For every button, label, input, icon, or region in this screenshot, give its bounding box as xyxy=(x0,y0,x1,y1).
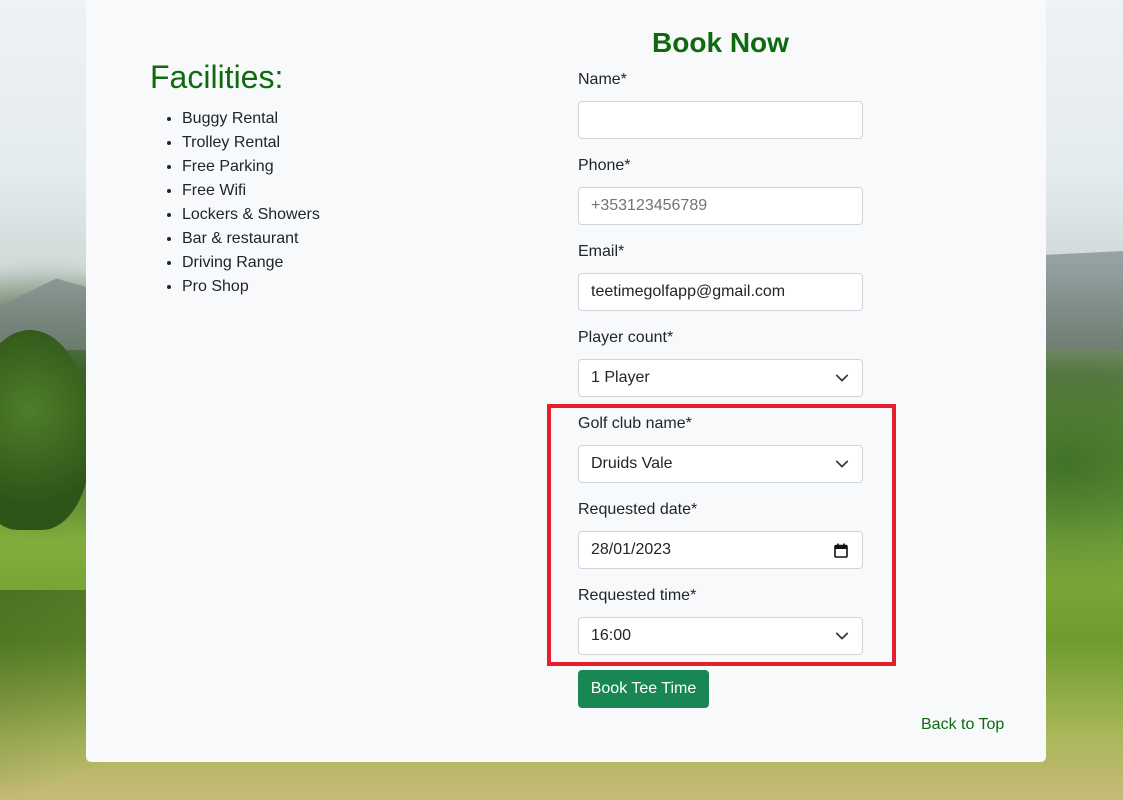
book-tee-time-button[interactable]: Book Tee Time xyxy=(578,670,709,708)
player-count-select[interactable]: 1 Player xyxy=(578,359,863,397)
background-tree xyxy=(0,330,90,530)
phone-input[interactable]: +353123456789 xyxy=(578,187,863,225)
facility-item: Free Parking xyxy=(182,155,320,179)
facility-item: Bar & restaurant xyxy=(182,227,320,251)
booking-title: Book Now xyxy=(652,27,789,58)
facility-item: Buggy Rental xyxy=(182,107,320,131)
email-field-group: Email* teetimegolfapp@gmail.com xyxy=(578,242,863,311)
phone-label: Phone* xyxy=(578,157,631,174)
content-card: Facilities: Buggy Rental Trolley Rental … xyxy=(86,0,1046,762)
facility-item: Free Wifi xyxy=(182,179,320,203)
email-input[interactable]: teetimegolfapp@gmail.com xyxy=(578,273,863,311)
highlight-box xyxy=(547,404,896,666)
facility-item: Trolley Rental xyxy=(182,131,320,155)
player-count-label: Player count* xyxy=(578,329,674,346)
phone-field-group: Phone* +353123456789 xyxy=(578,156,863,225)
facility-item: Pro Shop xyxy=(182,275,320,299)
chevron-down-icon xyxy=(835,374,849,382)
email-label: Email* xyxy=(578,243,625,260)
facility-item: Lockers & Showers xyxy=(182,203,320,227)
facilities-title: Facilities: xyxy=(150,59,284,95)
facilities-section: Facilities: Buggy Rental Trolley Rental … xyxy=(150,58,320,299)
facility-item: Driving Range xyxy=(182,251,320,275)
name-field-group: Name* xyxy=(578,70,863,139)
facilities-list: Buggy Rental Trolley Rental Free Parking… xyxy=(150,107,320,299)
player-count-field-group: Player count* 1 Player xyxy=(578,328,863,397)
name-label: Name* xyxy=(578,71,627,88)
name-input[interactable] xyxy=(578,101,863,139)
player-count-value: 1 Player xyxy=(591,369,650,386)
back-to-top-link[interactable]: Back to Top xyxy=(921,716,1004,734)
